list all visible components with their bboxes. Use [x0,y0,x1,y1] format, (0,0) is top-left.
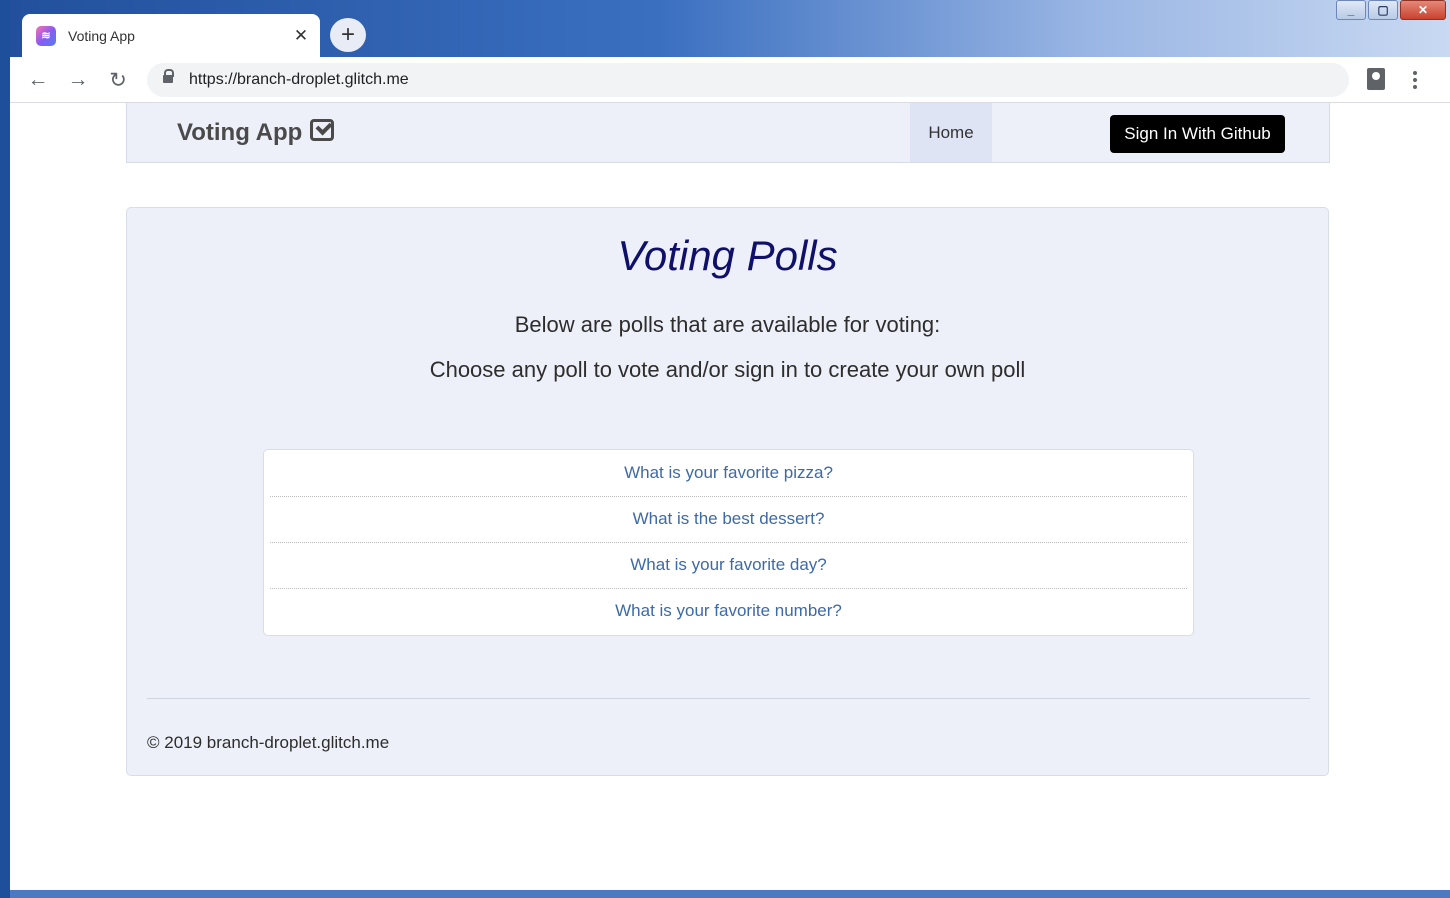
poll-link-day[interactable]: What is your favorite day? [270,542,1187,588]
url-text[interactable]: https://branch-droplet.glitch.me [189,71,409,89]
extension-clipboard-icon[interactable] [1367,68,1385,90]
window-controls: _ ▢ ✕ [1336,0,1446,20]
polls-panel: Voting Polls Below are polls that are av… [126,207,1329,776]
checkbox-checked-icon [310,119,335,141]
browser-menu-icon[interactable] [1405,67,1425,93]
footer-divider [147,698,1310,699]
forward-arrow-icon[interactable]: → [64,67,92,93]
poll-link-pizza[interactable]: What is your favorite pizza? [270,450,1187,496]
site-brand[interactable]: Voting App [177,119,335,147]
browser-tab[interactable]: ≋ Voting App ✕ [22,14,320,57]
poll-link-dessert[interactable]: What is the best dessert? [270,496,1187,542]
title-bar: ≋ Voting App ✕ + _ ▢ ✕ [10,0,1450,57]
nav-home-link[interactable]: Home [910,103,992,162]
brand-label: Voting App [177,119,303,146]
intro-text: Below are polls that are available for v… [514,312,941,337]
tab-close-icon[interactable]: ✕ [288,26,314,46]
instruction-text: Choose any poll to vote and/or sign in t… [429,357,1026,382]
browser-window: ≋ Voting App ✕ + _ ▢ ✕ ← → ↻ https://bra… [10,0,1450,890]
poll-list: What is your favorite pizza? What is the… [263,449,1194,636]
page-viewport: Voting App Home Sign In With Github Voti… [10,103,1450,890]
maximize-button[interactable]: ▢ [1368,0,1398,20]
reload-icon[interactable]: ↻ [104,67,132,93]
address-bar[interactable]: https://branch-droplet.glitch.me [147,63,1349,97]
site-navbar: Voting App Home Sign In With Github [126,103,1330,163]
app-favicon-icon: ≋ [36,25,56,46]
close-window-button[interactable]: ✕ [1400,0,1446,20]
back-arrow-icon[interactable]: ← [24,67,52,93]
tab-title: Voting App [68,27,135,44]
poll-link-number[interactable]: What is your favorite number? [270,588,1187,634]
browser-toolbar: ← → ↻ https://branch-droplet.glitch.me [10,57,1450,103]
copyright-footer: © 2019 branch-droplet.glitch.me [147,733,390,752]
new-tab-button[interactable]: + [330,18,366,52]
lock-icon[interactable] [163,69,174,86]
minimize-button[interactable]: _ [1336,0,1366,20]
taskbar-edge [10,890,1450,898]
page-title: Voting Polls [617,232,838,279]
sign-in-github-button[interactable]: Sign In With Github [1110,115,1285,153]
